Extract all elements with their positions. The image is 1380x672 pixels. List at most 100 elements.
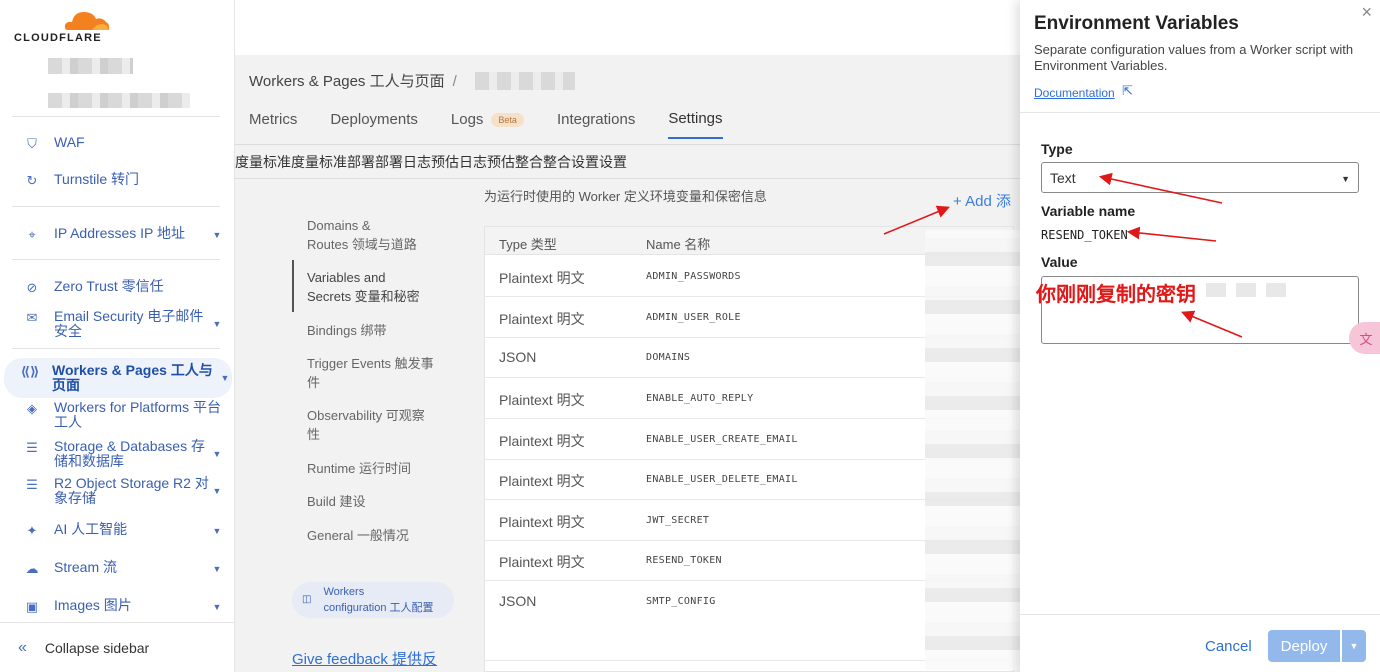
config-icon: ◫ [302,594,312,605]
row-name: JWT_SECRET [646,515,710,526]
documentation-link[interactable]: Documentation [1034,86,1115,100]
sidebar-item-storage-databases[interactable]: ☰ Storage & Databases 存储和数据库 ▼ [12,439,224,469]
add-variable-button[interactable]: + Add 添 [953,190,1011,211]
sidebar-item-label: R2 Object Storage R2 对象存储 [54,475,209,506]
breadcrumb-workers-pages[interactable]: Workers & Pages 工人与页面 [249,73,445,90]
row-name: SMTP_CONFIG [646,596,716,607]
row-name: ENABLE_USER_CREATE_EMAIL [646,434,798,445]
row-type: Plaintext 明文 [499,433,585,449]
variables-description: 为运行时使用的 Worker 定义环境变量和保密信息 [484,189,767,204]
subnav-observability[interactable]: Observability 可观察 性 [292,406,452,444]
subnav-general[interactable]: General 一般情况 [292,526,452,545]
subnav-runtime[interactable]: Runtime 运行时间 [292,459,452,478]
refresh-icon: ↻ [26,172,38,188]
tab-logs[interactable]: Logs Beta [451,110,524,139]
sidebar-item-waf[interactable]: ⛉ WAF [12,135,224,151]
sidebar-item-label: Storage & Databases 存储和数据库 [54,438,205,469]
cancel-button[interactable]: Cancel [1205,638,1252,655]
tab-label: Metrics [249,111,298,128]
variable-name-field[interactable]: RESEND_TOKEN [1041,228,1128,242]
values-column-blurred [925,230,1020,670]
sidebar-item-email-security[interactable]: ✉ Email Security 电子邮件安全 ▼ [12,309,224,339]
sidebar-item-stream[interactable]: ☁ Stream 流 ▼ [12,560,224,577]
cloud-icon: ☁ [25,560,39,576]
sidebar-item-workers-for-platforms[interactable]: ◈ Workers for Platforms 平台工人 [12,400,224,430]
sidebar-item-r2-object-storage[interactable]: ☰ R2 Object Storage R2 对象存储 ▼ [12,476,224,506]
column-name: Name 名称 [646,237,711,252]
double-chevron-left-icon: « [18,638,27,656]
sidebar-item-turnstile[interactable]: ↻ Turnstile 转门 [12,172,224,188]
panel-title: Environment Variables [1034,13,1239,34]
tab-label: Integrations [556,111,636,128]
sidebar-item-label: AI 人工智能 [54,521,128,537]
cloud-logo-icon [64,12,110,30]
floating-translate-button[interactable]: 文 [1349,322,1380,354]
collapse-sidebar-button[interactable]: « Collapse sidebar [0,622,234,672]
workers-configuration-label: Workers configuration 工人配置 [323,586,434,614]
deploy-button[interactable]: Deploy [1268,630,1340,662]
location-pin-icon: ⌖ [28,226,36,242]
sidebar-item-workers-pages[interactable]: ⟪⟫ Workers & Pages 工人与页面 ▼ [4,358,232,398]
tab-settings[interactable]: Settings [668,110,723,139]
tab-integrations[interactable]: Integrations [557,110,635,139]
tab-deployments[interactable]: Deployments [330,110,418,139]
environment-variables-panel: Environment Variables × Separate configu… [1020,0,1380,672]
type-select-value: Text [1050,170,1076,186]
chevron-down-icon: ▼ [212,230,222,240]
external-link-icon[interactable]: ⇱ [1122,83,1133,99]
sidebar-item-label: Stream 流 [54,559,118,575]
subnav-trigger-events[interactable]: Trigger Events 触发事 件 [292,354,452,392]
chevron-down-icon: ▼ [212,602,222,612]
account-name-blurred[interactable] [48,58,133,74]
sidebar-item-ip-addresses[interactable]: ⌖ IP Addresses IP 地址 ▼ [12,226,224,243]
type-select[interactable]: Text ▼ [1041,162,1359,193]
beta-badge: Beta [491,112,524,127]
workers-configuration-button[interactable]: ◫ Workers configuration 工人配置 [292,582,454,618]
chevron-down-icon: ▼ [212,449,222,459]
value-blurred [1206,283,1296,297]
sidebar-item-ai[interactable]: ✦ AI 人工智能 ▼ [12,522,224,539]
close-icon[interactable]: × [1361,2,1372,23]
row-type: Plaintext 明文 [499,514,585,530]
sidebar-item-label: IP Addresses IP 地址 [54,225,185,241]
breadcrumb-separator: / [452,73,457,90]
row-type: Plaintext 明文 [499,270,585,286]
row-type: Plaintext 明文 [499,473,585,489]
tab-metrics[interactable]: Metrics [249,110,297,139]
cloudflare-logo[interactable]: CLOUDFLARE [14,6,124,46]
divider [12,259,220,260]
sidebar-item-label: Workers & Pages 工人与页面 [52,362,213,393]
deploy-options-button[interactable]: ▼ [1342,630,1366,662]
sidebar: CLOUDFLARE ⛉ WAF ↻ Turnstile 转门 ⌖ IP Add… [0,0,235,672]
row-name: ADMIN_USER_ROLE [646,312,741,323]
database-icon: ☰ [26,439,38,455]
give-feedback-link[interactable]: Give feedback 提供反 [292,648,437,669]
zero-trust-icon: ⊘ [26,279,38,295]
image-icon: ▣ [25,598,39,614]
divider [12,206,220,207]
value-annotation: 你刚刚复制的密钥 [1036,284,1196,306]
sidebar-item-images[interactable]: ▣ Images 图片 ▼ [12,598,224,615]
variable-name-label: Variable name [1041,203,1136,219]
subnav-bindings[interactable]: Bindings 绑带 [292,321,452,340]
subnav-build[interactable]: Build 建设 [292,492,452,511]
tab-label: Deployments [330,111,418,128]
row-type: JSON [499,349,537,365]
sidebar-item-label: Zero Trust 零信任 [54,278,164,294]
cube-icon: ◈ [27,400,37,416]
row-type: JSON [499,593,537,609]
account-id-blurred [48,93,190,108]
logo-text: CLOUDFLARE [14,32,102,44]
tab-label: Settings [668,110,723,127]
chevron-down-icon: ▼ [1341,174,1350,184]
chevron-down-icon: ▼ [212,526,222,536]
panel-description: Separate configuration values from a Wor… [1034,42,1354,73]
sidebar-item-zero-trust[interactable]: ⊘ Zero Trust 零信任 [12,279,224,295]
sidebar-item-label: Images 图片 [54,597,132,613]
subnav-variables-secrets[interactable]: Variables and Secrets 变量和秘密 [292,260,452,312]
workers-icon: ⟪⟫ [20,363,40,379]
row-type: Plaintext 明文 [499,392,585,408]
row-name: ENABLE_AUTO_REPLY [646,393,754,404]
subnav-domains-routes[interactable]: Domains & Routes 领域与道路 [292,216,452,254]
row-name: ADMIN_PASSWORDS [646,271,741,282]
